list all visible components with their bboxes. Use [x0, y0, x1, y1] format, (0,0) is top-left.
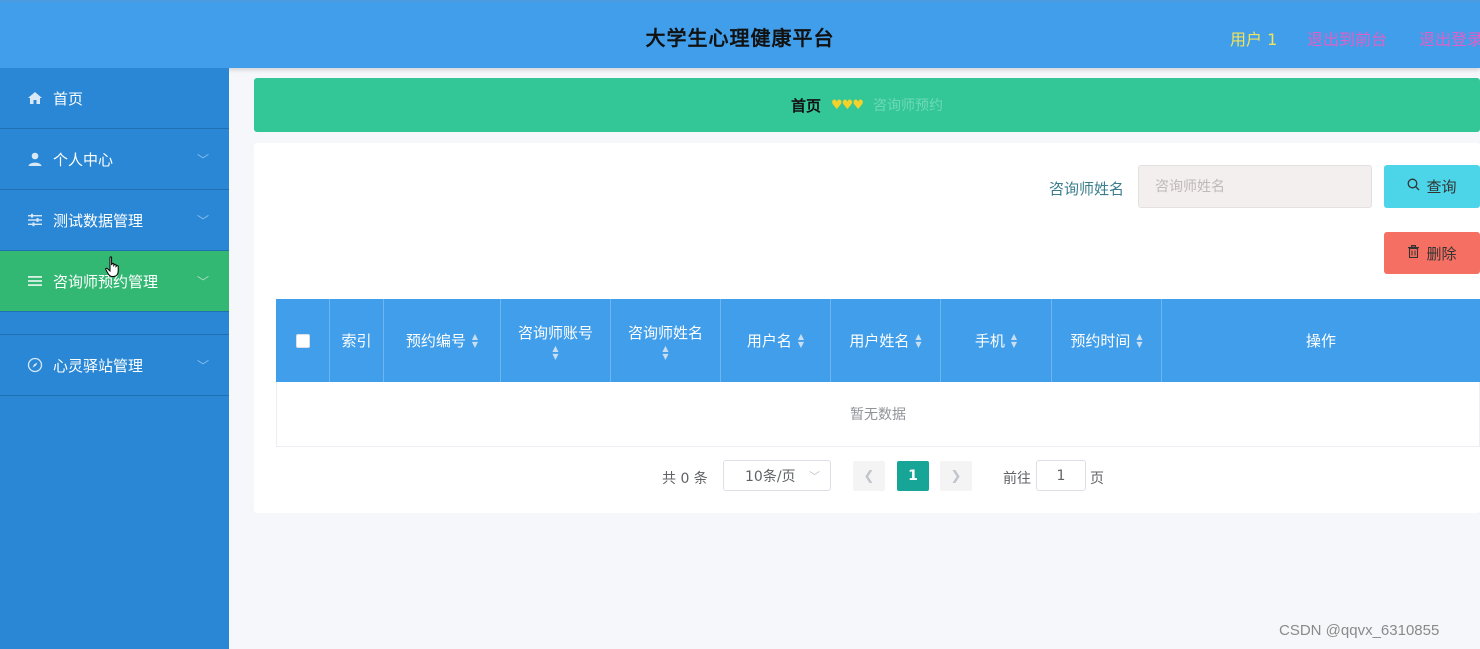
- chevron-down-icon: ﹀: [196, 214, 209, 228]
- goto-label: 前往: [1003, 471, 1031, 487]
- hand-cursor-icon: [105, 256, 119, 277]
- counselor-name-input[interactable]: [1138, 165, 1372, 208]
- page-size-select[interactable]: 10条/页 ﹀: [723, 460, 831, 491]
- sidebar-item-label: 心灵驿站管理: [53, 356, 144, 375]
- chevron-down-icon: ﹀: [196, 275, 209, 289]
- table-header: 索引 预约编号 ▲ ▼ 咨询师账号 ▲ ▼ 咨询师姓名 ▲ ▼ 用户名 ▲ ▼ 用户姓名…: [276, 299, 1480, 382]
- sidebar-item-soul-station[interactable]: 心灵驿站管理 ﹀: [0, 335, 229, 396]
- column-header-appointment-time[interactable]: 预约时间 ▲ ▼: [1052, 299, 1162, 382]
- chevron-right-icon: ❯: [950, 468, 962, 484]
- home-icon: [27, 90, 43, 106]
- page-unit-label: 页: [1090, 471, 1104, 487]
- heart-separator-icon: ♥♥♥: [831, 97, 864, 113]
- sort-icon[interactable]: ▲ ▼: [662, 344, 668, 361]
- column-header-username[interactable]: 用户名 ▲ ▼: [721, 299, 831, 382]
- query-button[interactable]: 查询: [1384, 165, 1480, 208]
- back-to-front-link[interactable]: 退出到前台: [1307, 26, 1387, 50]
- column-header-appointment-no[interactable]: 预约编号 ▲ ▼: [384, 299, 501, 382]
- next-page-button[interactable]: ❯: [940, 461, 972, 491]
- column-header-actions: 操作: [1305, 331, 1336, 350]
- current-user[interactable]: 用户 1: [1230, 26, 1277, 50]
- sort-icon[interactable]: ▲ ▼: [1136, 332, 1142, 349]
- page-number-active[interactable]: 1: [897, 461, 929, 491]
- column-header-user-name[interactable]: 用户姓名 ▲ ▼: [831, 299, 941, 382]
- sidebar-item-personal-center[interactable]: 个人中心 ﹀: [0, 129, 229, 190]
- chevron-down-icon: ﹀: [196, 153, 209, 167]
- delete-button-label: 删除: [1426, 244, 1457, 263]
- watermark: CSDN @qqvx_6310855: [1279, 622, 1440, 639]
- search-label: 咨询师姓名: [1049, 180, 1125, 198]
- goto-page-input[interactable]: [1036, 460, 1086, 491]
- appointment-table: 索引 预约编号 ▲ ▼ 咨询师账号 ▲ ▼ 咨询师姓名 ▲ ▼ 用户名 ▲ ▼ 用户姓名…: [276, 299, 1480, 447]
- sidebar: 首页 个人中心 ﹀ 测试数据管理 ﹀ 咨询师预约管理 ﹀ 心灵驿站管理 ﹀: [0, 68, 229, 649]
- compass-icon: [27, 357, 43, 373]
- submenu-strip: [0, 312, 229, 335]
- breadcrumb-current: 咨询师预约: [872, 98, 943, 114]
- sliders-icon: [27, 212, 43, 228]
- search-icon: [1407, 178, 1420, 195]
- sidebar-item-label: 个人中心: [53, 150, 114, 169]
- select-all-header: [276, 299, 330, 382]
- sort-icon[interactable]: ▲ ▼: [1011, 332, 1017, 349]
- prev-page-button[interactable]: ❮: [853, 461, 885, 491]
- chevron-left-icon: ❮: [863, 468, 875, 484]
- sidebar-item-label: 测试数据管理: [53, 211, 144, 230]
- user-icon: [27, 151, 43, 167]
- sidebar-item-home[interactable]: 首页: [0, 68, 229, 129]
- sidebar-item-label: 首页: [53, 89, 84, 108]
- top-header: 大学生心理健康平台 用户 1 退出到前台 退出登录: [0, 0, 1480, 68]
- column-header-phone[interactable]: 手机 ▲ ▼: [941, 299, 1052, 382]
- select-all-checkbox[interactable]: [295, 333, 310, 348]
- column-header-counselor-name[interactable]: 咨询师姓名 ▲ ▼: [611, 299, 721, 382]
- column-header-counselor-account[interactable]: 咨询师账号 ▲ ▼: [501, 299, 611, 382]
- query-button-label: 查询: [1426, 178, 1457, 196]
- empty-state: 暂无数据: [276, 382, 1480, 447]
- delete-button[interactable]: 删除: [1384, 232, 1480, 274]
- sidebar-item-test-data[interactable]: 测试数据管理 ﹀: [0, 190, 229, 251]
- trash-icon: [1407, 244, 1420, 262]
- sort-icon[interactable]: ▲ ▼: [552, 344, 558, 361]
- logout-link[interactable]: 退出登录: [1419, 26, 1480, 50]
- chevron-down-icon: ﹀: [196, 359, 209, 373]
- breadcrumb-home[interactable]: 首页: [791, 95, 821, 116]
- list-icon: [27, 273, 43, 289]
- breadcrumb: 首页 ♥♥♥ 咨询师预约: [254, 78, 1480, 132]
- sort-icon[interactable]: ▲ ▼: [472, 332, 478, 349]
- column-header-index: 索引: [330, 299, 384, 382]
- pagination-total: 共 0 条: [662, 471, 708, 487]
- sort-icon[interactable]: ▲ ▼: [798, 332, 804, 349]
- chevron-down-icon: ﹀: [809, 470, 820, 483]
- sort-icon[interactable]: ▲ ▼: [915, 332, 921, 349]
